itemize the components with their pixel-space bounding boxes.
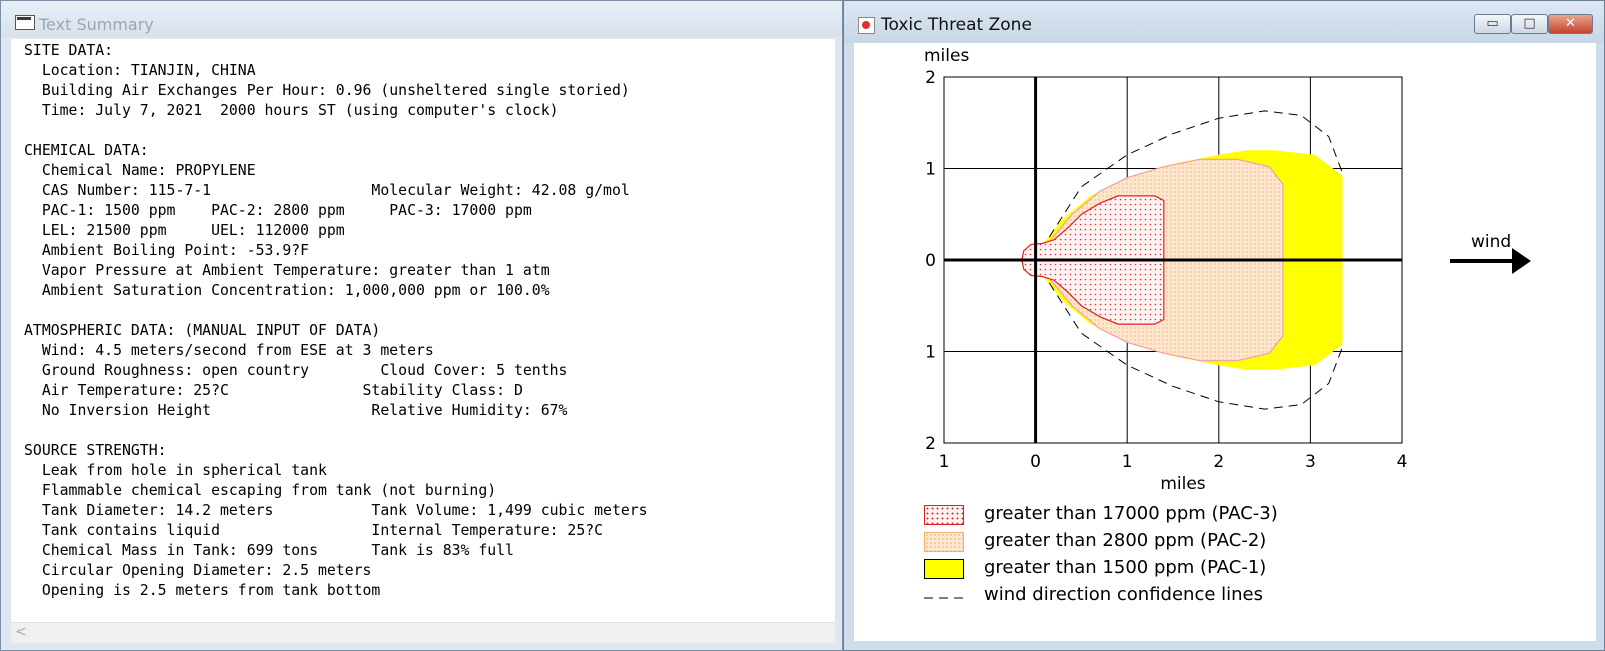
text-summary-window: Text Summary SITE DATA: Location: TIANJI… [0, 0, 843, 651]
app-icon [858, 17, 875, 34]
threat-zone-chart: 1 0 1 2 3 421012milesmiles wind [924, 46, 1531, 494]
text-summary-titlebar[interactable]: Text Summary [1, 1, 842, 37]
legend-swatch-pac3 [924, 505, 964, 525]
text-summary-content: SITE DATA: Location: TIANJIN, CHINA Buil… [11, 39, 835, 643]
wind-arrow-icon [1512, 248, 1531, 274]
legend-swatch-pac2 [924, 532, 964, 552]
minimize-button[interactable]: ▭ [1474, 14, 1511, 34]
toxic-threat-zone-window: Toxic Threat Zone ▭ □ ✕ 1 0 1 2 3 4 2 1 0 1 2 miles… [843, 0, 1605, 651]
scroll-left-arrow-icon[interactable]: < [15, 624, 27, 640]
legend-swatch-pac1 [924, 559, 964, 579]
legend-label: greater than 17000 ppm (PAC-3) [984, 503, 1278, 524]
y-tick-label: 2 [925, 434, 936, 454]
x-tick-label: 3 [1305, 452, 1316, 472]
y-tick-label: 0 [925, 251, 936, 271]
horizontal-scrollbar[interactable]: < [11, 622, 835, 643]
legend-label: greater than 1500 ppm (PAC-1) [984, 557, 1267, 578]
x-tick-label: 1 [939, 452, 950, 472]
y-tick-label: 2 [925, 68, 936, 88]
summary-text: SITE DATA: Location: TIANJIN, CHINA Buil… [24, 42, 648, 599]
legend-label: greater than 2800 ppm (PAC-2) [984, 530, 1267, 551]
wind-label: wind [1471, 232, 1511, 252]
x-tick-label: 2 [1213, 452, 1224, 472]
text-summary-title: Text Summary [39, 15, 154, 34]
close-button[interactable]: ✕ [1548, 14, 1593, 34]
x-axis-label: miles [1160, 474, 1205, 494]
toxic-threat-zone-title: Toxic Threat Zone [881, 15, 1032, 35]
y-tick-label: 1 [925, 343, 936, 363]
y-tick-label: 1 [925, 160, 936, 180]
x-tick-label: 1 [1122, 452, 1133, 472]
threat-zone-plot-area: 1 0 1 2 3 4 2 1 0 1 2 miles miles wind greater than … [854, 43, 1596, 641]
x-tick-label: 0 [1030, 452, 1041, 472]
legend-swatch-conf [924, 586, 966, 606]
toxic-threat-zone-titlebar[interactable]: Toxic Threat Zone ▭ □ ✕ [844, 1, 1604, 43]
legend-label: wind direction confidence lines [984, 584, 1263, 605]
window-icon [15, 15, 35, 30]
maximize-button[interactable]: □ [1511, 14, 1548, 34]
x-tick-label: 4 [1397, 452, 1408, 472]
y-axis-label: miles [924, 46, 969, 66]
